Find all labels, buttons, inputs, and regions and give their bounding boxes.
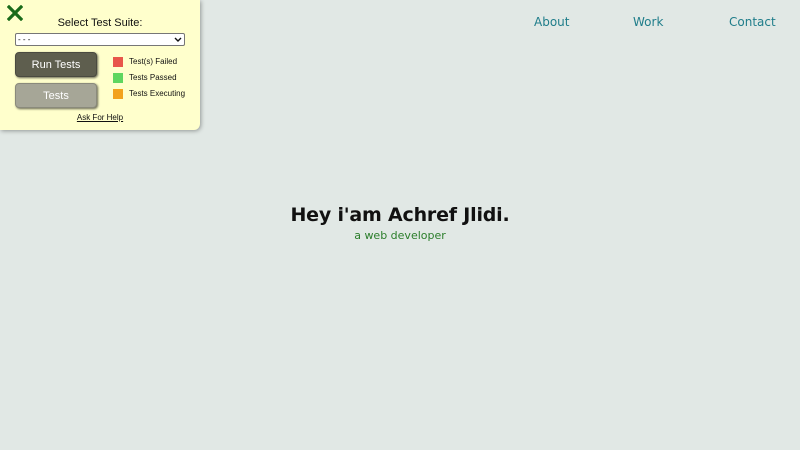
nav-link-about[interactable]: About — [534, 15, 569, 29]
ask-for-help-link[interactable]: Ask For Help — [0, 113, 200, 122]
legend-swatch-failed — [113, 57, 123, 67]
test-suite-panel: Select Test Suite: - - - Run Tests Tests… — [0, 0, 200, 130]
legend-swatch-passed — [113, 73, 123, 83]
test-suite-select[interactable]: - - - — [15, 33, 185, 46]
tests-button[interactable]: Tests — [15, 83, 97, 108]
hero-subtitle: a web developer — [354, 229, 446, 242]
nav-link-contact[interactable]: Contact — [729, 15, 776, 29]
legend-label-executing: Tests Executing — [129, 89, 186, 98]
nav-link-work[interactable]: Work — [633, 15, 663, 29]
test-suite-title: Select Test Suite: — [57, 17, 143, 29]
chevron-down-icon — [174, 37, 182, 42]
legend-swatch-executing — [113, 89, 123, 99]
legend-label-passed: Tests Passed — [129, 73, 177, 82]
page: About Work Contact Hey i'am Achref Jlidi… — [0, 0, 800, 450]
hero-section: Hey i'am Achref Jlidi. a web developer — [0, 202, 800, 243]
run-tests-button[interactable]: Run Tests — [15, 52, 97, 77]
legend-label-failed: Test(s) Failed — [129, 57, 178, 66]
hero-title: Hey i'am Achref Jlidi. — [290, 204, 510, 226]
test-suite-select-value: - - - — [18, 35, 31, 44]
